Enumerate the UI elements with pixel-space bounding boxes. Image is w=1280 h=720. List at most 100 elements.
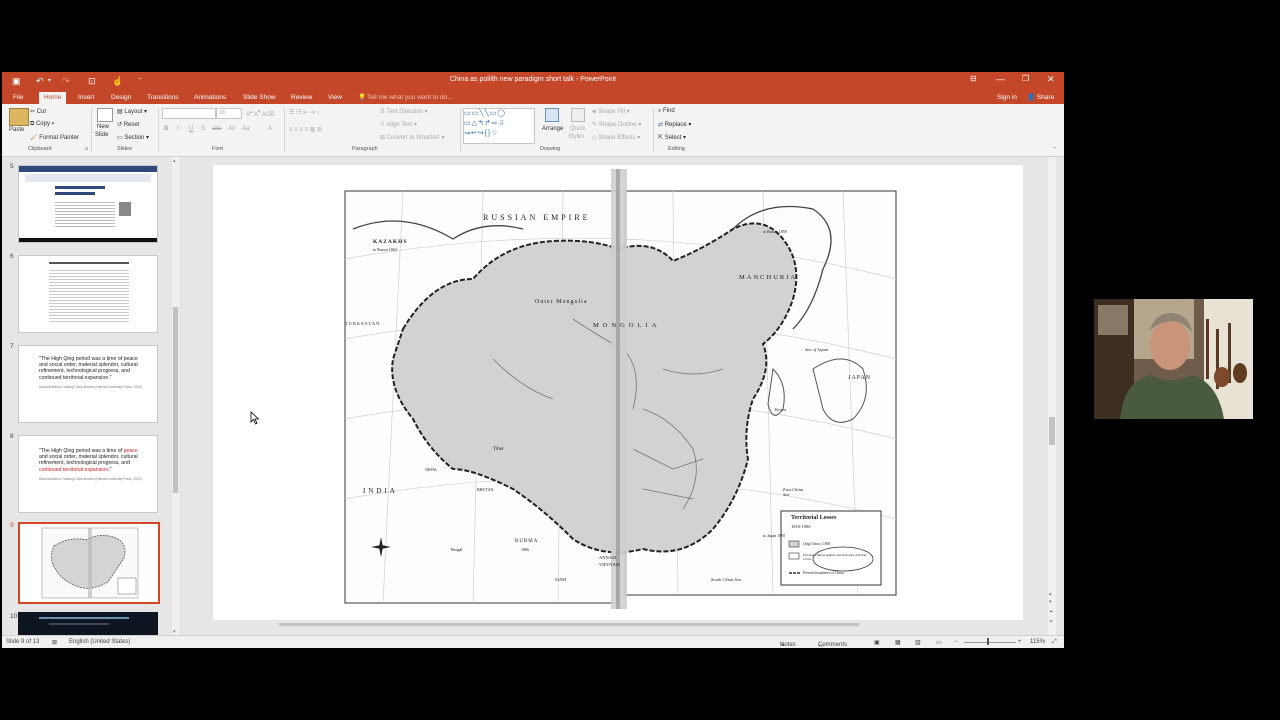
fit-slide-icon[interactable]: ⤢ [1052,639,1057,646]
tab-transitions[interactable]: Transitions [142,92,184,104]
slide-editing-area: RUSSIAN EMPIRE KAZAKHS to Russia 1864 Ou… [179,157,1057,636]
quote-highlight: continued territorial expansion [39,466,109,473]
thumbnail-scrollbar[interactable]: ▴ ▾ [172,157,179,636]
cursor-icon: ⇱ [658,135,664,141]
slide-thumbnail-5[interactable] [18,165,158,243]
shape-fill-button[interactable]: ◈ Shape Fill ▾ [592,108,630,115]
underline-button[interactable]: U [189,126,193,132]
replace-button[interactable]: ⇄ Replace ▾ [658,121,691,128]
status-bar: Slide 9 of 13 ⊠ English (United States) … [2,635,1064,648]
thumb-text-block [49,268,129,324]
slide-number: 8 [10,433,14,440]
arrange-icon[interactable] [545,108,559,122]
font-size-box[interactable]: 18 [216,108,242,119]
zoom-slider-thumb[interactable] [987,638,989,645]
spellcheck-icon[interactable]: ⊠ [52,639,57,646]
slide-thumbnail-8[interactable]: "The High Qing period was a time of peac… [18,435,158,513]
normal-view-icon[interactable]: ▣ [874,639,880,646]
paste-icon[interactable] [9,108,29,126]
share-button[interactable]: 👤 Share [1027,92,1054,104]
minimize-icon[interactable]: — [996,74,1005,84]
tab-design[interactable]: Design [106,92,136,104]
tab-file[interactable]: File [8,92,28,104]
new-slide-button[interactable]: New [97,124,109,130]
legend-item-losses: Previous Chinese spheres and territories… [803,553,867,561]
tab-home[interactable]: Home [39,92,67,104]
section-button[interactable]: ▭ Section ▾ [117,134,149,141]
tab-review[interactable]: Review [286,92,317,104]
previous-slide-icon[interactable]: ⏶ [1049,609,1053,615]
slide-thumbnail-6[interactable] [18,255,158,333]
map-label-japan: JAPAN [848,375,872,381]
clipboard-launcher-icon[interactable]: ⇲ [84,146,88,152]
zoom-slider[interactable] [964,642,1016,643]
collapse-ribbon-icon[interactable]: ⌃ [1052,146,1057,153]
scroll-up-icon[interactable]: ▴ [1049,591,1052,597]
align-text-button[interactable]: ⇳ Align Text ▾ [380,121,417,128]
shapes-gallery[interactable]: ▭▭╲╲▭◯ ▭△↰↱⇨⇩ ↝↩↪{}☆ [463,108,535,144]
tell-me-search[interactable]: Tell me what you want to do... [367,92,453,104]
bold-button[interactable]: B [164,126,168,132]
quick-styles-icon[interactable] [571,108,585,122]
shape-effects-button[interactable]: ◇ Shape Effects ▾ [592,134,640,141]
format-painter-button[interactable]: 🖌 Format Painter [30,134,79,141]
reset-button[interactable]: ↺ Reset [117,121,139,128]
grow-font-icon[interactable]: A▴ A▾ A⌫ [246,109,274,118]
paste-button[interactable]: Paste [9,127,24,133]
find-button[interactable]: ⌕ Find [658,108,675,115]
italic-button[interactable]: I [177,126,179,132]
china-map-image[interactable]: RUSSIAN EMPIRE KAZAKHS to Russia 1864 Ou… [343,169,903,616]
tab-view[interactable]: View [323,92,347,104]
layout-button[interactable]: ▤ Layout ▾ [117,108,147,115]
cut-button[interactable]: ✂ Cut [30,108,46,115]
tab-slide-show[interactable]: Slide Show [238,92,281,104]
restore-icon[interactable]: ❐ [1022,74,1029,83]
next-slide-icon[interactable]: ⏷ [1049,619,1053,625]
zoom-level[interactable]: 115% [1030,639,1045,645]
map-label-india: INDIA [363,487,398,495]
strikethrough-button[interactable]: abc [212,126,222,132]
close-icon[interactable]: ✕ [1047,74,1055,85]
new-slide-button-line2[interactable]: Slide [95,132,108,138]
tab-animations[interactable]: Animations [189,92,231,104]
quick-styles-button[interactable]: Quick [570,126,585,132]
char-spacing-icon[interactable]: AV [228,126,236,132]
ribbon-display-options-icon[interactable]: ⊟ [970,74,977,83]
thumbnail-scrollbar-thumb[interactable] [173,307,178,493]
select-button[interactable]: ⇱ Select ▾ [658,134,686,141]
copy-button[interactable]: ⧉ Copy ▾ [30,121,54,128]
slide-sorter-icon[interactable]: ▦ [895,639,901,646]
convert-smartart-button[interactable]: ⊞ Convert to SmartArt ▾ [380,134,444,141]
scroll-up-icon[interactable]: ▴ [173,158,176,164]
smartart-icon: ⊞ [380,135,386,141]
convert-smartart-label: Convert to SmartArt [386,135,440,141]
text-direction-button[interactable]: ⇅ Text Direction ▾ [380,108,428,115]
shadow-button[interactable]: S [201,126,205,132]
sign-in-link[interactable]: Sign in [997,92,1017,104]
change-case-icon[interactable]: Aa [242,126,249,132]
new-slide-icon[interactable] [97,108,113,122]
zoom-in-icon[interactable]: + [1018,639,1022,645]
language-indicator[interactable]: English (United States) [69,639,130,645]
shape-outline-button[interactable]: ✎ Shape Outline ▾ [592,121,641,128]
zoom-out-icon[interactable]: − [954,639,958,645]
align-icons[interactable]: ≡ ≡ ≡ ≡ ▥ ≣ [289,126,322,133]
slide-scrollbar[interactable]: ▴ ▾ ⏶ ⏷ [1048,157,1056,636]
slide-thumbnail-7[interactable]: "The High Qing period was a time of peac… [18,345,158,423]
font-name-box[interactable] [162,108,216,119]
bullets-icon[interactable]: ☰ ☷ ⇤ ⇥ ↕ [289,109,319,116]
arrange-button[interactable]: Arrange [542,126,563,132]
font-color-icon[interactable]: A [268,126,272,132]
slideshow-view-icon[interactable]: ▭ [936,639,942,646]
horizontal-scrollbar-thumb[interactable] [279,623,859,626]
map-label-kazakhs: KAZAKHS [373,239,408,245]
quick-styles-button-line2[interactable]: Styles [568,134,584,140]
slide-thumbnail-9[interactable] [18,522,160,604]
legend-item-qing: Qing China c.1800 [803,542,831,546]
reading-view-icon[interactable]: ▥ [915,639,921,646]
scroll-down-icon[interactable]: ▾ [1049,599,1052,605]
quote-highlight: peace [123,448,138,454]
current-slide[interactable]: RUSSIAN EMPIRE KAZAKHS to Russia 1864 Ou… [213,165,1023,620]
slide-scrollbar-thumb[interactable] [1049,417,1055,445]
tab-insert[interactable]: Insert [73,92,99,104]
